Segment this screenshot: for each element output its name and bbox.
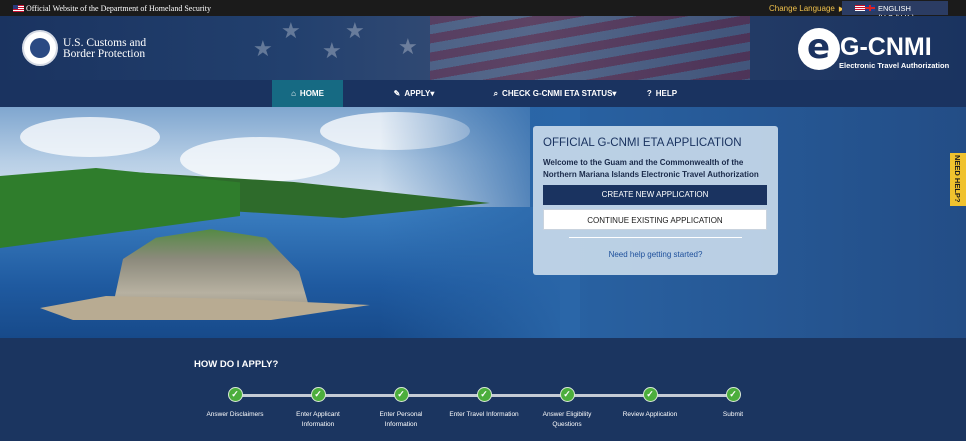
card-welcome-text: Welcome to the Guam and the Commonwealth… — [543, 158, 759, 179]
step-label: Review Application — [622, 411, 678, 418]
how-to-apply-title: HOW DO I APPLY? — [194, 359, 279, 370]
check-icon: ✓ — [393, 387, 409, 402]
step-item: ✓ Answer Eligibility Questions — [522, 387, 612, 429]
change-language-link[interactable]: Change Language▶ — [769, 4, 844, 13]
star-icon: ★ — [345, 18, 365, 43]
nav-apply[interactable]: ✎ APPLY▾ — [380, 80, 448, 107]
nav-home-label: HOME — [299, 89, 324, 98]
brand-title: G-CNMI — [840, 33, 932, 61]
check-icon: ✓ — [310, 387, 326, 402]
how-to-apply-section: HOW DO I APPLY? ✓ Answer Disclaimers ✓ E… — [0, 338, 966, 441]
step-label: Enter Personal Information — [379, 411, 423, 428]
application-card: OFFICIAL G-CNMI ETA APPLICATION Welcome … — [533, 126, 778, 275]
dhs-seal-logo[interactable] — [22, 30, 58, 66]
need-help-tab[interactable]: NEED HELP? — [950, 153, 966, 206]
nav-apply-label: APPLY — [404, 89, 431, 98]
flag-stripes-decoration — [430, 16, 750, 80]
gcnmi-logo-icon — [798, 28, 840, 70]
step-label: Answer Eligibility Questions — [542, 411, 592, 428]
official-website-text: Official Website of the Department of Ho… — [26, 4, 212, 13]
nav-help-label: HELP — [655, 89, 678, 98]
step-label: Answer Disclaimers — [206, 411, 264, 418]
agency-name[interactable]: U.S. Customs and Border Protection — [63, 37, 146, 60]
help-getting-started-link[interactable]: Need help getting started? — [533, 250, 778, 259]
need-help-label: NEED HELP? — [953, 155, 962, 203]
create-new-application-button[interactable]: CREATE NEW APPLICATION — [543, 185, 767, 205]
step-label: Enter Travel Information — [449, 411, 519, 418]
star-icon: ★ — [322, 38, 342, 63]
check-icon: ✓ — [642, 387, 658, 402]
language-selector[interactable]: ENGLISH (U.S./U.K.) — [842, 1, 948, 22]
step-item: ✓ Enter Personal Information — [356, 387, 446, 429]
gov-banner: Official Website of the Department of Ho… — [0, 0, 966, 22]
step-item: ✓ Submit — [688, 387, 778, 420]
nav-check-status-label: CHECK G-CNMI ETA STATUS — [502, 89, 613, 98]
brand-subtitle: Electronic Travel Authorization — [839, 61, 950, 70]
star-icon: ★ — [398, 34, 418, 59]
change-language-label: Change Language — [769, 4, 835, 13]
agency-name-line2: Border Protection — [63, 48, 146, 60]
card-title: OFFICIAL G-CNMI ETA APPLICATION — [543, 137, 742, 149]
search-icon: ⌕ — [493, 89, 499, 98]
card-divider — [569, 237, 742, 238]
uk-flag-icon — [865, 5, 875, 11]
main-nav: ⌂ HOME ✎ APPLY▾ ⌕ CHECK G-CNMI ETA STATUS▾ … — [0, 80, 966, 107]
us-flag-icon — [855, 5, 865, 11]
step-item: ✓ Review Application — [605, 387, 695, 420]
pencil-icon: ✎ — [393, 89, 401, 98]
continue-existing-application-button[interactable]: CONTINUE EXISTING APPLICATION — [543, 209, 767, 230]
step-label: Submit — [722, 411, 744, 418]
us-flag-icon — [13, 5, 24, 12]
nav-check-status[interactable]: ⌕ CHECK G-CNMI ETA STATUS▾ — [490, 80, 620, 107]
star-icon: ★ — [253, 36, 273, 61]
nav-help[interactable]: ? HELP — [640, 80, 684, 107]
check-icon: ✓ — [725, 387, 741, 402]
cloud-decoration — [180, 137, 340, 182]
caret-down-icon: ▾ — [612, 89, 617, 98]
nav-home[interactable]: ⌂ HOME — [272, 80, 343, 107]
step-label: Enter Applicant Information — [296, 411, 340, 428]
cloud-decoration — [20, 117, 160, 157]
step-item: ✓ Enter Applicant Information — [273, 387, 363, 429]
check-icon: ✓ — [227, 387, 243, 402]
caret-down-icon: ▾ — [430, 89, 435, 98]
star-icon: ★ — [281, 18, 301, 43]
site-header: ★ ★ ★ ★ ★ U.S. Customs and Border Protec… — [0, 16, 966, 80]
check-icon: ✓ — [476, 387, 492, 402]
step-item: ✓ Answer Disclaimers — [190, 387, 280, 420]
question-circle-icon: ? — [646, 89, 652, 98]
home-icon: ⌂ — [291, 89, 296, 98]
check-icon: ✓ — [559, 387, 575, 402]
step-item: ✓ Enter Travel Information — [439, 387, 529, 420]
